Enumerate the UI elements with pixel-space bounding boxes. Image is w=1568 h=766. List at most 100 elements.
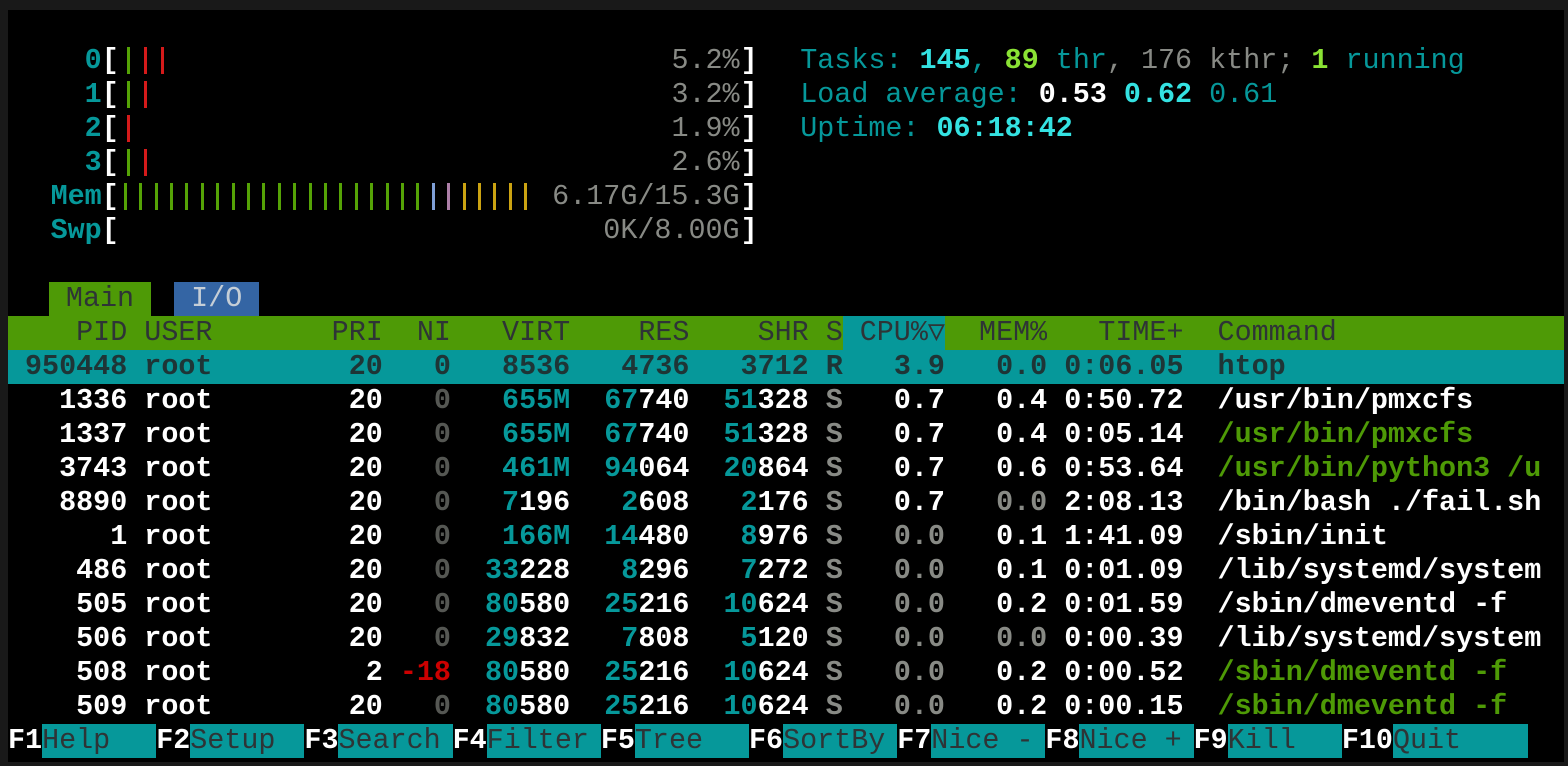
process-row-pid-508[interactable]: 508root2-18805802521610624S0.00.20:00.52… <box>8 656 1564 690</box>
value-part: 580 <box>519 656 570 689</box>
column-header-pri[interactable]: PRI <box>315 316 383 350</box>
cell-shr: 20864 <box>689 452 808 486</box>
meter-label: 2 <box>8 112 102 146</box>
cell-nice: 0 <box>383 486 451 520</box>
value-part: 328 <box>758 384 809 417</box>
fnkey-label: F3 <box>304 724 338 758</box>
cell-time: 0:05.14 <box>1047 418 1183 452</box>
cell-user: root <box>127 554 314 588</box>
cell-cpu-percent: 0.7 <box>843 452 945 486</box>
process-row-pid-486[interactable]: 486root2003322882967272S0.00.10:01.09/li… <box>8 554 1564 588</box>
process-table-body: 950448root200853647363712R3.90.00:06.05h… <box>8 350 1564 724</box>
fnkey-action: Filter <box>487 724 601 758</box>
cell-priority: 20 <box>315 350 383 384</box>
fnkey-f7[interactable]: F7Nice - <box>897 724 1045 758</box>
cell-pid: 509 <box>8 690 127 724</box>
process-row-pid-1337[interactable]: 1337root200655M6774051328S0.70.40:05.14/… <box>8 418 1564 452</box>
fnkey-f2[interactable]: F2Setup <box>156 724 304 758</box>
value-part: 740 <box>638 384 689 417</box>
process-row-pid-8890[interactable]: 8890root200719626082176S0.70.02:08.13/bi… <box>8 486 1564 520</box>
value-part: 0.7 <box>894 418 945 451</box>
value-part: 8 <box>621 554 638 587</box>
value-part: 624 <box>758 588 809 621</box>
column-header-ni[interactable]: NI <box>383 316 451 350</box>
fnkey-f6[interactable]: F6SortBy <box>749 724 897 758</box>
column-header-s[interactable]: S <box>809 316 843 350</box>
tasks-summary: Tasks: 145, 89 thr, 176 kthr; 1 running <box>800 44 1465 78</box>
value-part: 272 <box>758 554 809 587</box>
column-header-user[interactable]: USER <box>127 316 314 350</box>
column-header-res[interactable]: RES <box>570 316 689 350</box>
fnkey-label: F6 <box>749 724 783 758</box>
process-row-pid-505[interactable]: 505root200805802521610624S0.00.20:01.59/… <box>8 588 1564 622</box>
meter-bar: 2.6% <box>119 146 741 180</box>
cell-mem-percent: 0.1 <box>945 554 1047 588</box>
process-row-pid-1336[interactable]: 1336root200655M6774051328S0.70.40:50.72/… <box>8 384 1564 418</box>
value-part: 4736 <box>621 350 689 383</box>
meter-bracket-close: ] <box>741 112 758 146</box>
fnkey-f8[interactable]: F8Nice + <box>1045 724 1193 758</box>
column-header-mem[interactable]: MEM% <box>945 316 1047 350</box>
fnkey-f3[interactable]: F3Search <box>304 724 452 758</box>
meter-bracket-close: ] <box>741 180 758 214</box>
value-part: 67 <box>604 384 638 417</box>
status-column: Tasks: 145, 89 thr, 176 kthr; 1 runningL… <box>800 44 1465 248</box>
fnkey-f10[interactable]: F10Quit <box>1342 724 1528 758</box>
cell-virt: 8536 <box>451 350 570 384</box>
column-header-cpu[interactable]: CPU%▽ <box>843 316 945 350</box>
value-part: 120 <box>758 622 809 655</box>
tasks-summary-segment: Tasks: <box>800 44 919 77</box>
cell-time: 0:06.05 <box>1047 350 1183 384</box>
value-part: 832 <box>519 622 570 655</box>
cell-nice: 0 <box>383 350 451 384</box>
value-part: 7 <box>621 622 638 655</box>
value-part: 216 <box>638 690 689 723</box>
cell-virt: 655M <box>451 418 570 452</box>
column-header-time[interactable]: TIME+ <box>1047 316 1183 350</box>
cell-user: root <box>127 690 314 724</box>
meter-tick <box>127 149 130 176</box>
value-part: 80 <box>485 656 519 689</box>
process-row-pid-950448[interactable]: 950448root200853647363712R3.90.00:06.05h… <box>8 350 1564 384</box>
cell-res: 2608 <box>570 486 689 520</box>
cell-virt: 80580 <box>451 690 570 724</box>
meter-tick <box>185 183 188 210</box>
cell-time: 0:00.52 <box>1047 656 1183 690</box>
fnkey-f5[interactable]: F5Tree <box>601 724 749 758</box>
column-header-pid[interactable]: PID <box>8 316 127 350</box>
screen-tabs: Main I/O <box>49 282 1564 316</box>
cell-nice: -18 <box>383 656 451 690</box>
value-part: 655M <box>502 384 570 417</box>
process-row-pid-3743[interactable]: 3743root200461M9406420864S0.70.60:53.64/… <box>8 452 1564 486</box>
cell-command: /sbin/dmeventd -f <box>1183 690 1564 724</box>
fnkey-label: F8 <box>1045 724 1079 758</box>
uptime-segment: 06:18:42 <box>937 112 1073 145</box>
value-part: 864 <box>758 452 809 485</box>
process-row-pid-506[interactable]: 506root2002983278085120S0.00.00:00.39/li… <box>8 622 1564 656</box>
tab-io[interactable]: I/O <box>174 282 259 316</box>
meter-bracket-close: ] <box>741 44 758 78</box>
process-row-pid-1[interactable]: 1root200166M144808976S0.00.11:41.09/sbin… <box>8 520 1564 554</box>
cell-priority: 20 <box>315 486 383 520</box>
meter-bar: 0K/8.00G <box>119 214 741 248</box>
meter-value: 5.2% <box>671 44 739 78</box>
value-part: 80 <box>485 588 519 621</box>
cell-mem-percent: 0.2 <box>945 656 1047 690</box>
cell-shr: 10624 <box>689 656 808 690</box>
value-part: 29 <box>485 622 519 655</box>
fnkey-f9[interactable]: F9Kill <box>1194 724 1342 758</box>
value-part: 0.0 <box>996 350 1047 383</box>
process-row-pid-509[interactable]: 509root200805802521610624S0.00.20:00.15/… <box>8 690 1564 724</box>
tasks-summary-segment: 145 <box>919 44 970 77</box>
column-header-shr[interactable]: SHR <box>689 316 808 350</box>
cell-user: root <box>127 384 314 418</box>
fnkey-f4[interactable]: F4Filter <box>453 724 601 758</box>
meter-tick <box>509 183 512 210</box>
cell-state: S <box>809 452 843 486</box>
column-header-virt[interactable]: VIRT <box>451 316 570 350</box>
cell-virt: 7196 <box>451 486 570 520</box>
tab-main[interactable]: Main <box>49 282 151 316</box>
column-header-command[interactable]: Command <box>1183 316 1564 350</box>
meter-value: 0K/8.00G <box>603 214 739 248</box>
fnkey-f1[interactable]: F1Help <box>8 724 156 758</box>
